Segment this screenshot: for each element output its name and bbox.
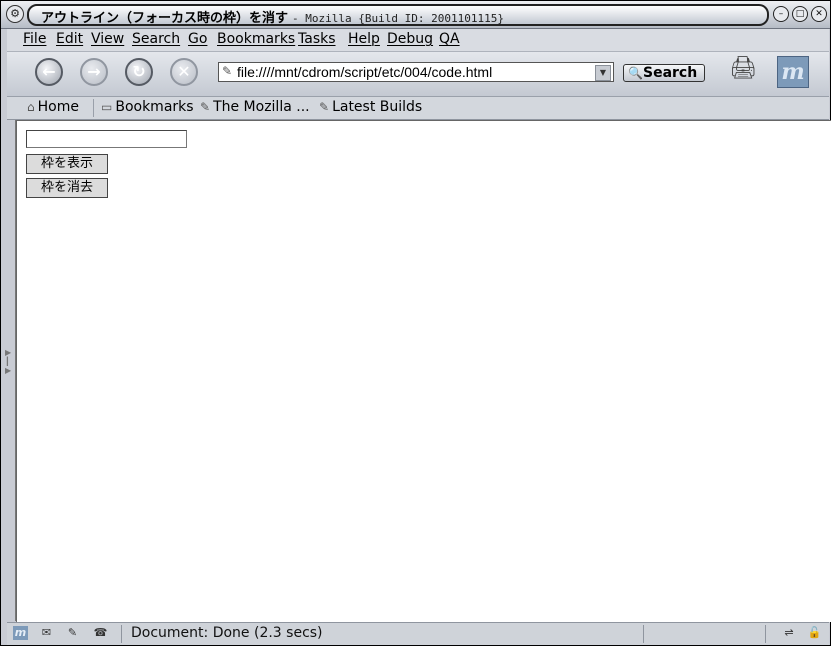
maximize-icon[interactable]: □ [792, 6, 808, 22]
reload-icon[interactable]: ↻ [125, 58, 153, 86]
title-pill[interactable]: アウトライン（フォーカス時の枠）を消す - Mozilla {Build ID: … [27, 4, 769, 26]
menu-qa[interactable]: QA [439, 31, 460, 47]
url-bar[interactable]: ✎ ▼ [218, 62, 614, 82]
forward-icon[interactable]: → [80, 58, 108, 86]
folder-icon: ▭ [101, 100, 113, 114]
nav-toolbar-grip[interactable] [1, 52, 7, 96]
page-proxy-icon[interactable]: ✎ [222, 64, 232, 78]
personal-toolbar-grip[interactable] [1, 97, 7, 119]
window-title: アウトライン（フォーカス時の枠）を消す - Mozilla {Build ID: … [41, 7, 504, 26]
home-icon: ⌂ [27, 100, 35, 114]
window-menu-icon[interactable]: ⚙ [6, 5, 24, 23]
status-separator [121, 625, 122, 643]
bookmark-icon: ✎ [319, 100, 330, 114]
personal-toolbar: ⌂ Home ▭ Bookmarks ✎ The Mozilla ... ✎ Lates… [1, 97, 829, 120]
hide-outline-button[interactable]: 枠を消去 [26, 178, 108, 198]
sidebar-splitter[interactable]: ▶ ┃ ▶ [1, 120, 16, 621]
bookmark-icon: ✎ [200, 100, 211, 114]
mozilla-throbber-icon[interactable]: m [777, 56, 809, 88]
url-history-dropdown-icon[interactable]: ▼ [595, 65, 611, 81]
toolbar-separator [93, 99, 94, 117]
bookmarks-button[interactable]: ▭ Bookmarks [101, 99, 194, 115]
page-content: 枠を表示 枠を消去 [16, 120, 831, 622]
menu-help[interactable]: Help [348, 31, 380, 47]
page-text-input[interactable] [26, 130, 187, 148]
menu-tasks[interactable]: Tasks [298, 31, 336, 47]
back-icon[interactable]: ← [35, 58, 63, 86]
status-separator [643, 625, 644, 643]
search-button-label: Search [643, 65, 698, 81]
latest-builds-label: Latest Builds [332, 99, 423, 115]
mozilla-bookmark-label: The Mozilla ... [213, 99, 310, 115]
home-button[interactable]: ⌂ Home [27, 99, 79, 115]
menu-debug[interactable]: Debug [387, 31, 433, 47]
url-input[interactable] [237, 64, 589, 80]
close-icon[interactable]: ✕ [811, 6, 827, 22]
composer-icon[interactable]: ✎ [65, 626, 80, 640]
mail-icon[interactable]: ✉ [39, 626, 54, 640]
bookmarks-label: Bookmarks [115, 99, 194, 115]
mozilla-bookmark-link[interactable]: ✎ The Mozilla ... [200, 99, 310, 115]
sidebar-grippy-icon[interactable]: ▶ ┃ ▶ [5, 348, 11, 375]
minimize-icon[interactable]: – [773, 6, 789, 22]
address-book-icon[interactable]: ☎ [93, 626, 108, 640]
menu-bar-grip[interactable] [1, 29, 7, 51]
home-label: Home [37, 99, 79, 115]
menu-file[interactable]: File [23, 31, 46, 47]
navigation-toolbar: ← → ↻ ✕ ✎ ▼ 🔍Search 🖨 m [1, 52, 829, 97]
menu-go[interactable]: Go [188, 31, 207, 47]
status-text: Document: Done (2.3 secs) [131, 625, 323, 641]
security-lock-icon[interactable]: 🔓 [807, 626, 822, 640]
browser-window: ⚙ アウトライン（フォーカス時の枠）を消す - Mozilla {Build ID… [0, 0, 831, 646]
title-bar: ⚙ アウトライン（フォーカス時の枠）を消す - Mozilla {Build ID… [1, 1, 830, 29]
menu-bar: File Edit View Search Go Bookmarks Tasks… [1, 29, 829, 52]
show-outline-button[interactable]: 枠を表示 [26, 154, 108, 174]
window-title-main: アウトライン（フォーカス時の枠）を消す [41, 11, 289, 26]
status-separator [765, 625, 766, 643]
print-icon[interactable]: 🖨 [729, 56, 757, 81]
search-button[interactable]: 🔍 Search [623, 64, 705, 82]
window-title-suffix: - Mozilla {Build ID: 2001101115} [292, 12, 504, 25]
stop-icon[interactable]: ✕ [170, 58, 198, 86]
online-status-icon[interactable]: ⇌ [777, 626, 801, 640]
menu-edit[interactable]: Edit [56, 31, 83, 47]
status-bar: m ✉ ✎ ☎ Document: Done (2.3 secs) ⇌ 🔓 [7, 622, 829, 645]
navigator-icon[interactable]: m [13, 626, 28, 640]
menu-view[interactable]: View [91, 31, 124, 47]
menu-search[interactable]: Search [132, 31, 180, 47]
menu-bookmarks[interactable]: Bookmarks [217, 31, 295, 47]
search-icon: 🔍 [628, 66, 643, 80]
latest-builds-link[interactable]: ✎ Latest Builds [319, 99, 422, 115]
